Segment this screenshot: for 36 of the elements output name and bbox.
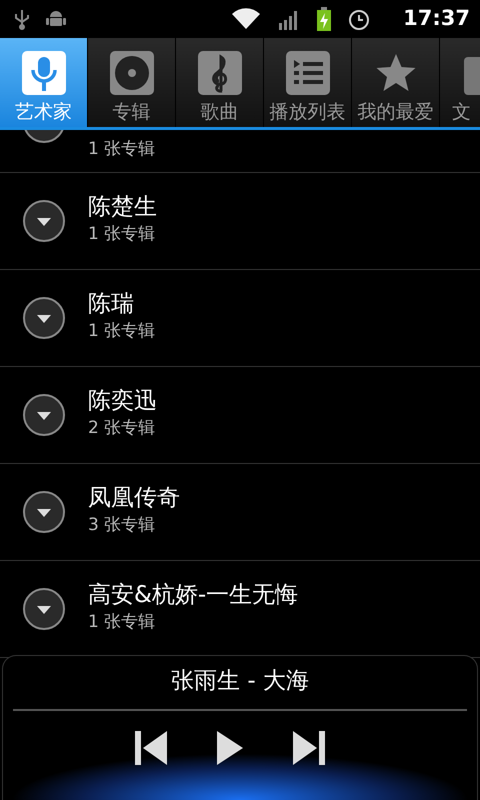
tab[interactable]: 我的最爱 [352, 38, 440, 127]
dropdown-icon[interactable] [22, 393, 66, 437]
next-button[interactable] [291, 730, 325, 764]
tab[interactable]: 艺术家 [0, 38, 88, 127]
treble-clef-icon [198, 51, 242, 95]
album-count: 1 张专辑 [88, 611, 156, 634]
dropdown-icon[interactable] [22, 587, 66, 631]
artist-name: 陈瑞 [88, 291, 135, 320]
android-icon [46, 9, 66, 29]
artist-name: 陈楚生 [88, 194, 157, 222]
artist-name: 陈奕迅 [88, 388, 157, 416]
dropdown-icon[interactable] [22, 490, 66, 534]
album-count: 1 张专辑 [88, 223, 156, 246]
usb-icon [14, 8, 30, 30]
album-count: 3 张专辑 [88, 514, 156, 538]
battery-icon [317, 7, 332, 31]
tab[interactable]: 文 [440, 38, 480, 127]
wifi-icon [231, 8, 262, 30]
album-count: 2 张专辑 [88, 417, 156, 440]
play-button[interactable] [217, 730, 243, 764]
previous-button[interactable] [135, 730, 169, 764]
dropdown-icon[interactable] [22, 199, 66, 243]
artist-name: 高安&杭娇-一生无悔 [88, 582, 298, 610]
alarm-icon [347, 7, 372, 31]
tab[interactable]: 播放列表 [264, 38, 352, 127]
list-icon [286, 51, 330, 95]
song-title: 张雨生 - 大海 [170, 667, 310, 696]
album-count: 1 张专辑 [88, 320, 156, 344]
dropdown-icon[interactable] [22, 130, 66, 144]
tab[interactable]: 专辑 [88, 38, 176, 127]
artist-name: 凤凰传奇 [88, 485, 180, 514]
tab[interactable]: 歌曲 [176, 38, 264, 127]
dropdown-icon[interactable] [22, 296, 66, 340]
album-count: 1 张专辑 [88, 138, 156, 160]
clock-time: 17:37 [403, 5, 470, 32]
microphone-icon [22, 51, 66, 95]
